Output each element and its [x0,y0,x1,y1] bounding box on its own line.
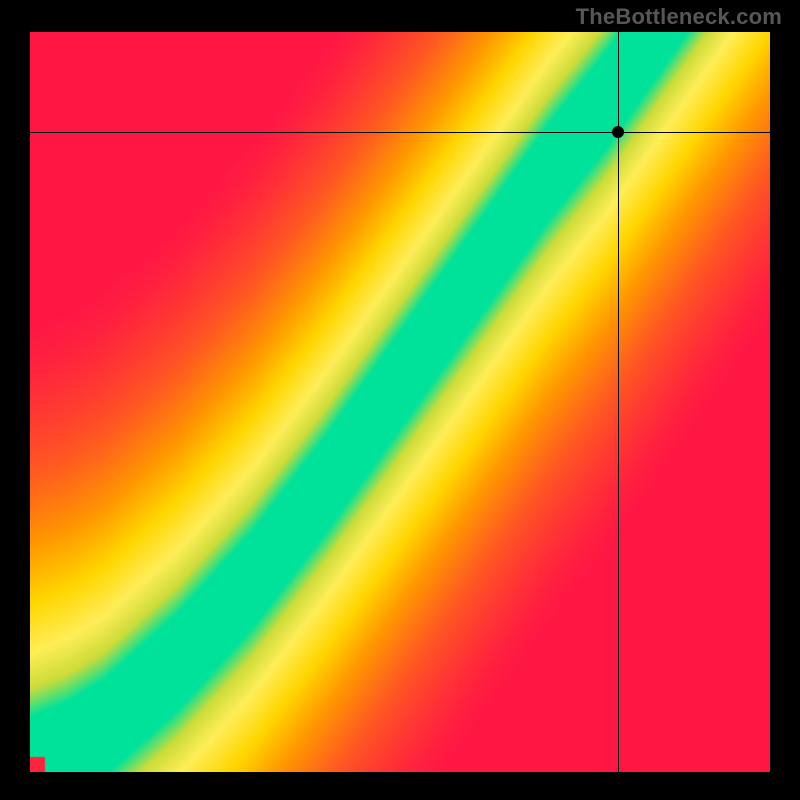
selection-marker [612,126,624,138]
heatmap-plot [30,32,770,772]
heatmap-canvas [30,32,770,772]
chart-stage: TheBottleneck.com [0,0,800,800]
crosshair-horizontal [30,132,770,133]
watermark-text: TheBottleneck.com [576,4,782,30]
crosshair-vertical [618,32,619,772]
